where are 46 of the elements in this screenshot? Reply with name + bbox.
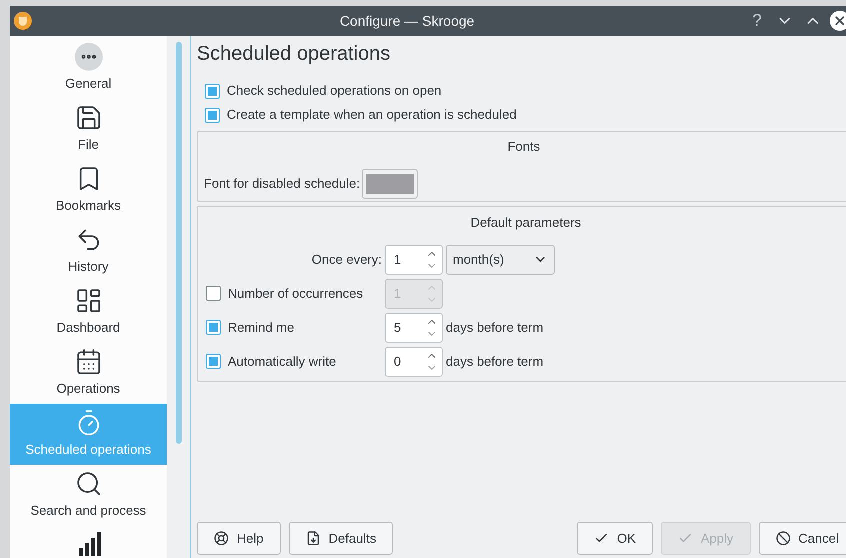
- app-logo-icon: [14, 12, 32, 30]
- option-label: Automatically write: [228, 352, 336, 371]
- field-label: Font for disabled schedule:: [204, 174, 360, 193]
- checkbox[interactable]: [206, 354, 221, 369]
- spin-box[interactable]: 1: [385, 244, 443, 274]
- checkbox[interactable]: [205, 84, 220, 98]
- dashboard-icon: [74, 287, 102, 316]
- scrollbar-thumb[interactable]: [176, 42, 182, 444]
- color-picker-button[interactable]: [362, 168, 418, 198]
- sidebar-item[interactable]: Operations: [10, 343, 167, 404]
- checkbox[interactable]: [206, 320, 221, 335]
- field-label: Once every:: [310, 250, 382, 269]
- window-title: Configure — Skrooge: [338, 12, 476, 31]
- sidebar-item[interactable]: Search and process: [10, 465, 167, 526]
- spin-box[interactable]: 0: [385, 346, 443, 376]
- option-label: Remind me: [228, 318, 294, 337]
- cancel-icon: [776, 531, 791, 546]
- cancel-button[interactable]: Cancel: [758, 522, 846, 555]
- unit-label: days before term: [446, 352, 545, 371]
- sidebar-item[interactable]: History: [10, 221, 167, 282]
- sidebar-item[interactable]: Dashboard: [10, 282, 167, 343]
- sidebar-item[interactable]: File: [10, 99, 167, 160]
- defaults-button[interactable]: Defaults: [288, 522, 394, 555]
- group-title: Fonts: [506, 138, 542, 156]
- unit-label: days before term: [446, 318, 545, 337]
- lifebuoy-icon: [214, 531, 229, 546]
- help-button[interactable]: Help: [197, 522, 281, 555]
- calendar-icon: [74, 348, 102, 376]
- ok-button[interactable]: OK: [577, 522, 653, 555]
- more-icon: [74, 43, 102, 72]
- sidebar-item[interactable]: General: [10, 38, 167, 99]
- help-button[interactable]: ?: [752, 8, 762, 34]
- sidebar-item[interactable]: Bookmarks: [10, 160, 167, 221]
- option-label: Check scheduled operations on open: [227, 82, 442, 100]
- page-title: Scheduled operations: [197, 42, 392, 67]
- option-label: Number of occurrences: [228, 284, 364, 303]
- spin-box[interactable]: 5: [385, 312, 443, 342]
- document-icon: [306, 531, 321, 546]
- group-title: Default parameters: [470, 214, 582, 232]
- bar-chart-icon: [76, 532, 100, 556]
- close-icon: [833, 14, 846, 28]
- checkbox[interactable]: [205, 108, 220, 122]
- search-icon: [74, 470, 102, 498]
- unit-dropdown[interactable]: month(s): [446, 244, 555, 274]
- option-label: Create a template when an operation is scheduled: [227, 106, 517, 124]
- close-button[interactable]: [830, 11, 846, 31]
